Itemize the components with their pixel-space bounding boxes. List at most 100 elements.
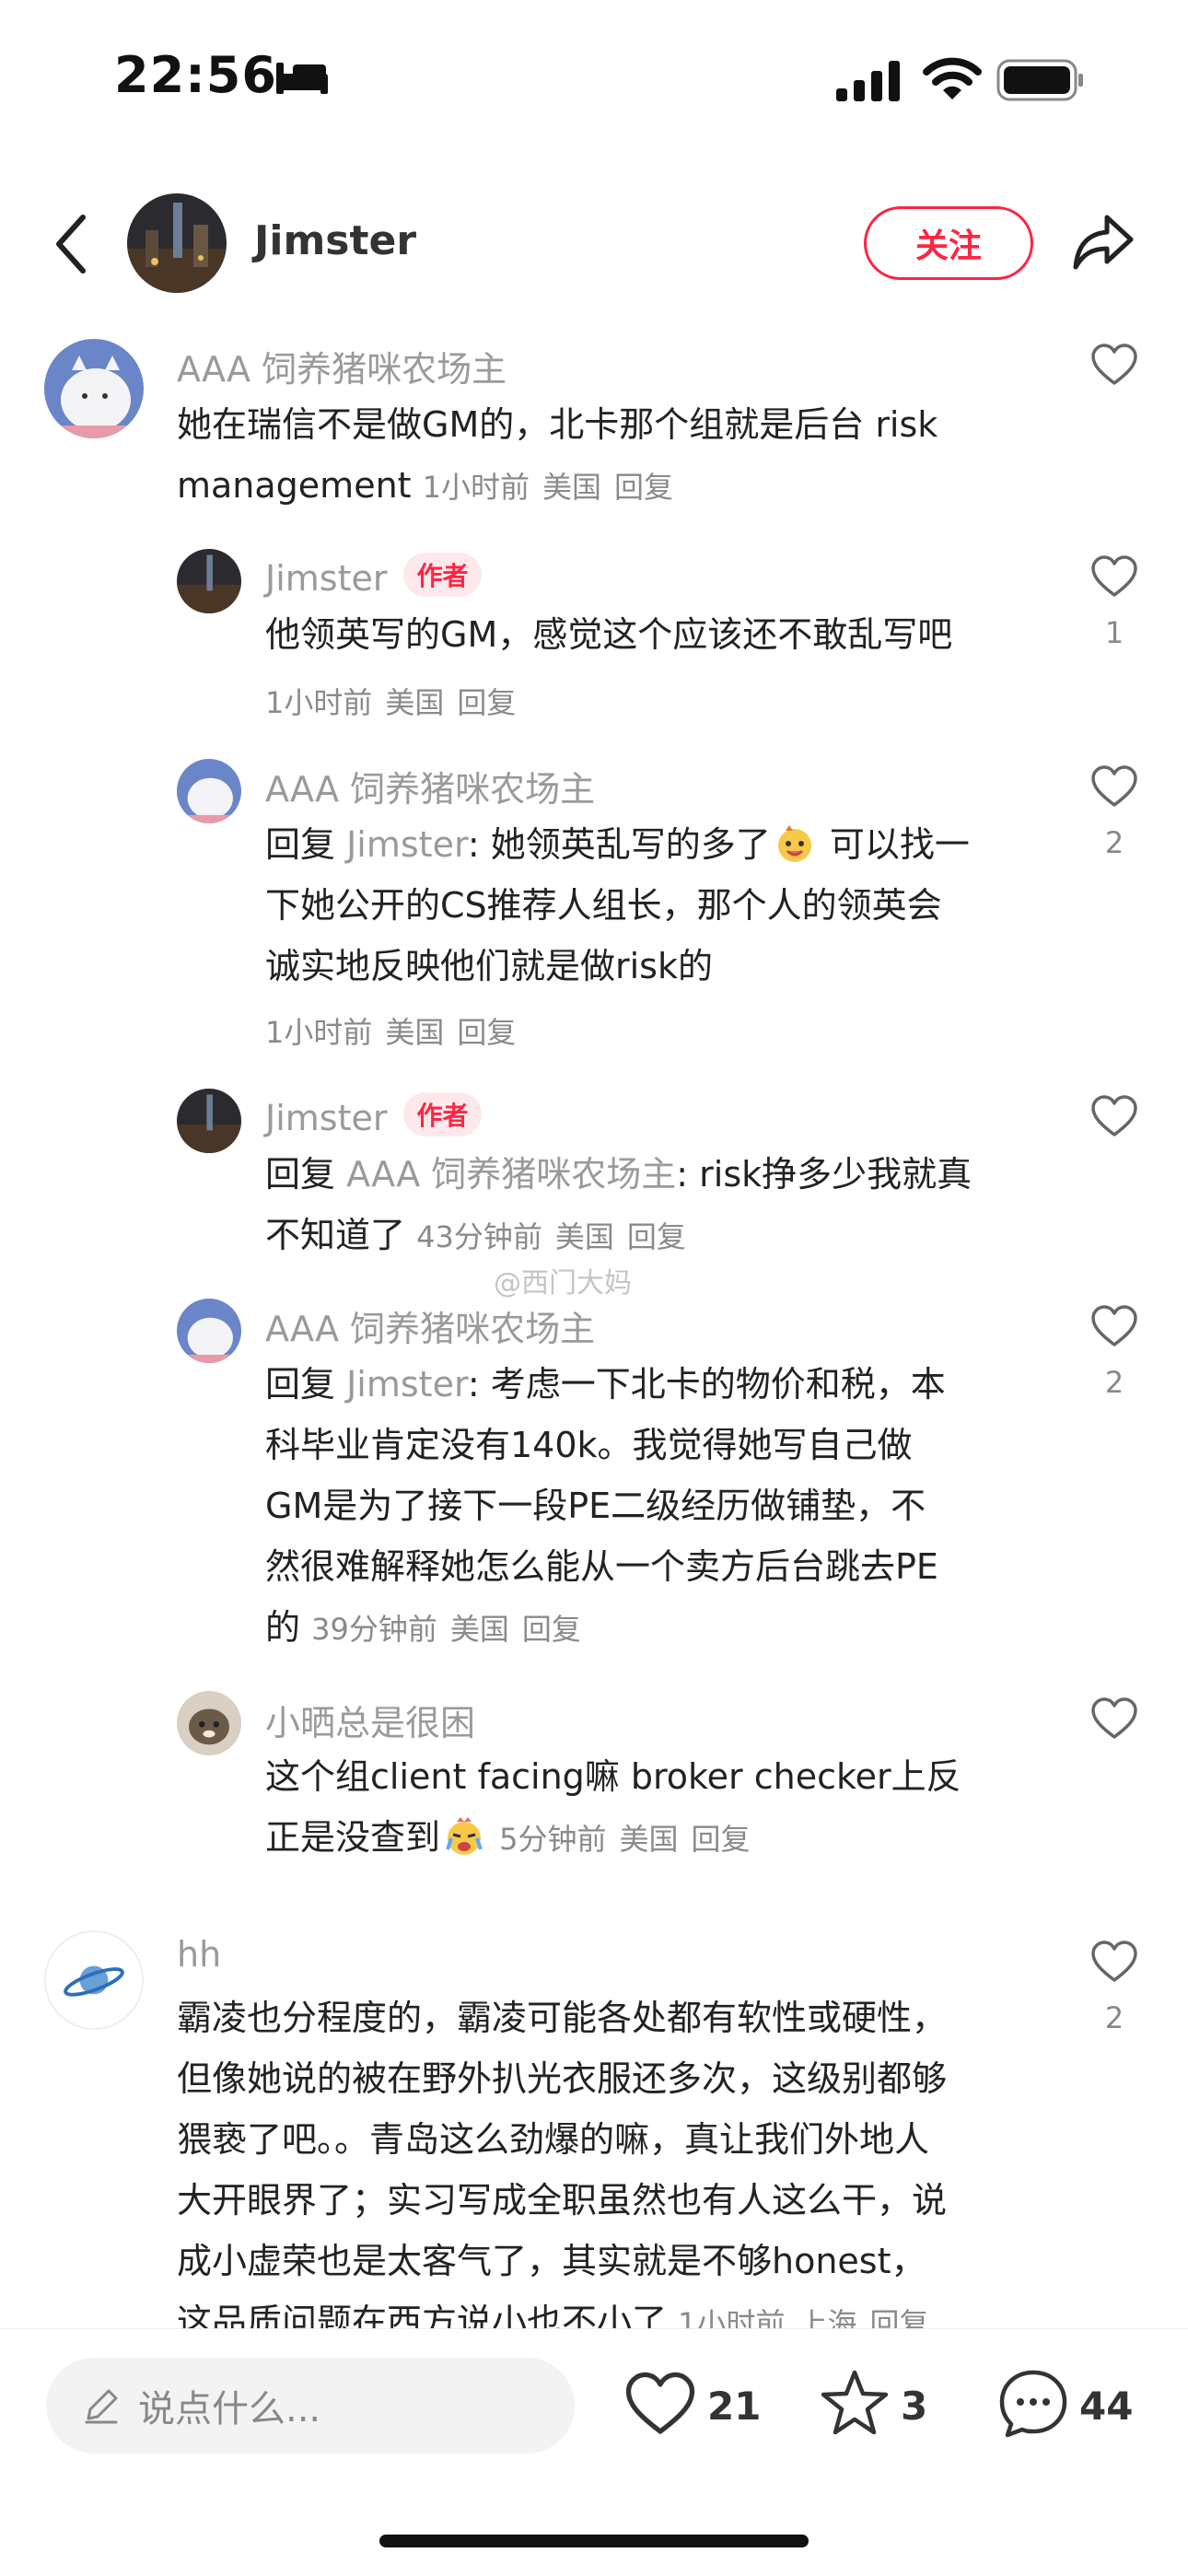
comment-username[interactable]: AAA 饲养猪咪农场主 <box>177 341 507 391</box>
signal-icon <box>836 61 900 101</box>
emoji-icon <box>777 825 811 862</box>
reply-button[interactable]: 回复 <box>614 470 673 505</box>
comment-location: 美国 <box>449 1612 509 1647</box>
reply-button[interactable]: 回复 <box>692 1822 751 1857</box>
comment-line: 然很难解释她怎么能从一个卖方后台跳去PE <box>265 1546 938 1587</box>
comment-line: 猥亵了吧。。青岛这么劲爆的嘛，真让我们外地人 <box>177 2119 930 2160</box>
comment-text: 霸凌也分程度的，霸凌可能各处都有软性或硬性， 但像她说的被在野外扒光衣服还多次，… <box>177 1987 1052 2328</box>
comment-username[interactable]: hh <box>177 1934 221 1975</box>
comment-time: 39分钟前 <box>311 1612 437 1647</box>
comment-line: 可以找一 <box>818 824 970 865</box>
comment-line: 大开眼界了；实习写成全职虽然也有人这么干，说 <box>177 2180 948 2220</box>
heart-icon[interactable] <box>1090 1304 1138 1348</box>
comment-location: 美国 <box>385 1015 445 1050</box>
like-count: 1 <box>1104 615 1124 650</box>
back-icon[interactable] <box>48 212 96 276</box>
comment-text: 回复 Jimster: 考虑一下北卡的物价和税，本 科毕业肯定没有140k。我觉… <box>265 1354 1048 1660</box>
comment-location: 美国 <box>542 470 602 505</box>
heart-icon[interactable] <box>1090 764 1138 809</box>
reply-button[interactable]: 回复 <box>870 2306 929 2328</box>
heart-icon[interactable] <box>624 2371 696 2437</box>
author-badge: 作者 <box>403 553 482 597</box>
stars-count: 3 <box>901 2384 928 2429</box>
like-count: 2 <box>1104 825 1124 860</box>
comment-meta: 1小时前 美国 回复 <box>423 470 686 505</box>
author-name[interactable]: Jimster <box>254 217 416 264</box>
comment-line: 这个组client facing嘛 broker checker上反 <box>265 1756 961 1797</box>
avatar[interactable] <box>44 1930 144 2030</box>
comment-line: 但像她说的被在野外扒光衣服还多次，这级别都够 <box>177 2058 948 2099</box>
comment-username[interactable]: 小晒总是很困 <box>265 1695 475 1745</box>
comment-line: management <box>177 465 412 506</box>
comment-username[interactable]: Jimster 作者 <box>265 553 482 599</box>
likes-count: 21 <box>707 2384 762 2429</box>
author-badge: 作者 <box>403 1092 482 1136</box>
reply-button[interactable]: 回复 <box>457 685 516 720</box>
comment-line: : 考虑一下北卡的物价和税，本 <box>467 1364 946 1405</box>
comment-meta: 1小时前 美国 回复 <box>265 680 529 722</box>
heart-icon[interactable] <box>1090 343 1138 387</box>
comment-line: 正是没查到 <box>265 1817 441 1858</box>
share-icon[interactable] <box>1070 208 1136 274</box>
comment-line: 她在瑞信不是做GM的，北卡那个组就是后台 risk <box>177 404 938 445</box>
reply-target-user[interactable]: AAA 饲养猪咪农场主 <box>346 1154 676 1195</box>
reply-button[interactable]: 回复 <box>457 1015 516 1050</box>
heart-icon[interactable] <box>1090 1940 1138 1984</box>
comment-line: 他领英写的GM，感觉这个应该还不敢乱写吧 <box>265 614 953 655</box>
comment-meta: 39分钟前 美国 回复 <box>311 1612 594 1647</box>
comment-meta: 1小时前 上海 回复 <box>678 2306 941 2328</box>
chat-icon[interactable] <box>996 2367 1070 2441</box>
wifi-icon <box>923 57 982 99</box>
avatar[interactable] <box>177 1299 241 1363</box>
comment-line: : 她领英乱写的多了 <box>467 824 771 865</box>
reply-prefix: 回复 <box>265 1364 347 1405</box>
comment-username-text[interactable]: Jimster <box>265 1098 387 1138</box>
avatar[interactable] <box>177 1089 241 1153</box>
comment-username[interactable]: AAA 饲养猪咪农场主 <box>265 1300 595 1351</box>
reply-target-user[interactable]: Jimster <box>346 1364 468 1405</box>
follow-button[interactable]: 关注 <box>864 206 1033 280</box>
author-avatar[interactable] <box>127 193 227 293</box>
avatar[interactable] <box>177 549 241 613</box>
reply-button[interactable]: 回复 <box>627 1219 686 1254</box>
home-indicator[interactable] <box>379 2535 809 2547</box>
comment-line: 的 <box>265 1607 301 1648</box>
reply-prefix: 回复 <box>265 1154 347 1195</box>
avatar[interactable] <box>44 339 144 438</box>
heart-icon[interactable] <box>1090 554 1138 599</box>
comment-location: 上海 <box>798 2306 857 2328</box>
star-icon[interactable] <box>818 2367 891 2439</box>
comment-input[interactable]: 说点什么... <box>46 2358 575 2454</box>
comment-text: 回复 AAA 饲养猪咪农场主: risk挣多少我就真 不知道了 43分钟前 美国回… <box>265 1144 1048 1267</box>
like-count: 2 <box>1104 2000 1124 2035</box>
comment-line: 下她公开的CS推荐人组长，那个人的领英会 <box>265 885 942 926</box>
comment-line: 霸凌也分程度的，霸凌可能各处都有软性或硬性， <box>177 1998 948 2038</box>
reply-prefix: 回复 <box>265 824 347 865</box>
avatar[interactable] <box>177 1691 241 1755</box>
comment-time: 43分钟前 <box>416 1219 542 1254</box>
reply-button[interactable]: 回复 <box>522 1612 581 1647</box>
sleep-icon <box>276 63 328 94</box>
comment-meta: 5分钟前 美国 回复 <box>499 1822 763 1857</box>
comment-location: 美国 <box>554 1219 614 1254</box>
reply-target-user[interactable]: Jimster <box>346 824 468 865</box>
comment-line: : risk挣多少我就真 <box>676 1154 973 1195</box>
comment-username[interactable]: Jimster 作者 <box>265 1092 482 1138</box>
comment-location: 美国 <box>385 685 445 720</box>
crying-emoji-icon <box>446 1817 483 1855</box>
comment-line: GM是为了接下一段PE二级经历做铺垫，不 <box>265 1486 926 1526</box>
status-time: 22:56 <box>114 46 277 104</box>
comments-count: 44 <box>1079 2384 1134 2429</box>
battery-icon <box>996 59 1083 101</box>
comment-text: 这个组client facing嘛 broker checker上反 正是没查到… <box>265 1746 1048 1870</box>
comment-time: 1小时前 <box>678 2306 786 2328</box>
comment-text: 他领英写的GM，感觉这个应该还不敢乱写吧 <box>265 604 1030 665</box>
avatar[interactable] <box>177 759 241 823</box>
heart-icon[interactable] <box>1090 1696 1138 1741</box>
comment-username-text[interactable]: Jimster <box>265 558 387 599</box>
watermark: @西门大妈 <box>494 1267 632 1300</box>
heart-icon[interactable] <box>1090 1094 1138 1138</box>
comment-line: 成小虚荣也是太客气了，其实就是不够honest， <box>177 2241 926 2281</box>
comment-username[interactable]: AAA 饲养猪咪农场主 <box>265 761 595 811</box>
like-count: 2 <box>1104 1365 1124 1400</box>
